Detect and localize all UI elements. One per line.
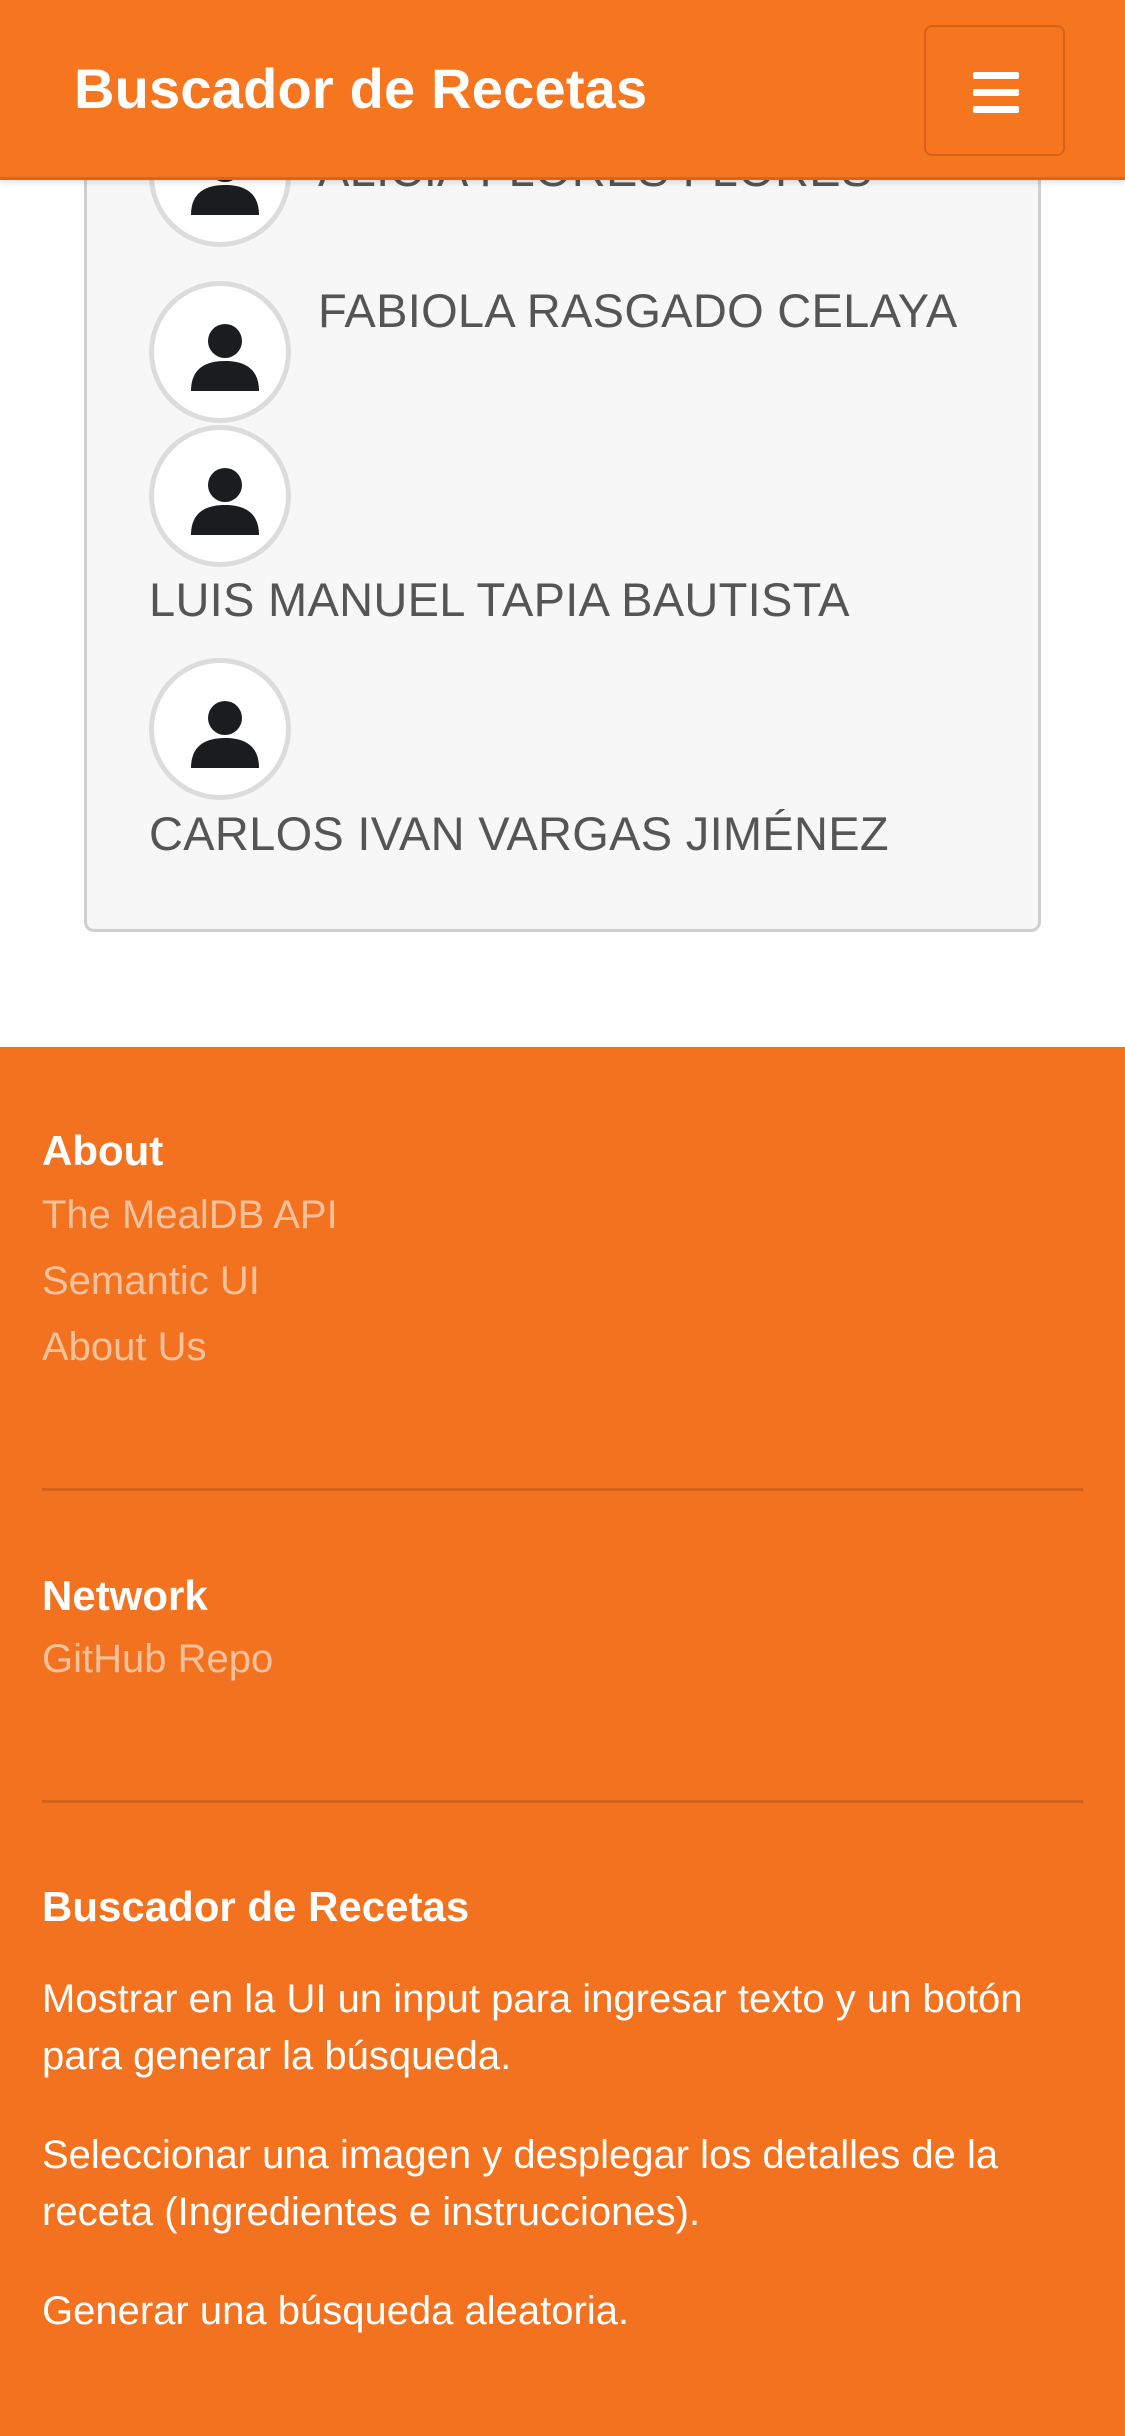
member-name: CARLOS IVAN VARGAS JIMÉNEZ (149, 807, 889, 860)
footer-paragraph: Mostrar en la UI un input para ingresar … (42, 1977, 1023, 2078)
footer-paragraph: Seleccionar una imagen y desplegar los d… (42, 2133, 999, 2234)
footer-link-github[interactable]: GitHub Repo (42, 1637, 273, 1682)
member-name: FABIOLA RASGADO CELAYA (318, 284, 958, 337)
top-navbar: Buscador de Recetas (0, 0, 1125, 180)
footer-paragraph: Generar una búsqueda aleatoria. (42, 2289, 630, 2333)
team-card: ALICIA FLORES FLORES FABIOLA RASGADO CEL… (84, 105, 1041, 932)
footer-network-title: Network (42, 1572, 208, 1619)
member-avatar (149, 425, 291, 567)
user-icon (191, 468, 259, 535)
member-avatar (149, 658, 291, 800)
page: ALICIA FLORES FLORES FABIOLA RASGADO CEL… (0, 0, 1125, 2436)
footer-link-mealdb[interactable]: The MealDB API (42, 1193, 338, 1238)
footer-about-title: About (42, 1127, 164, 1174)
member-name: LUIS MANUEL TAPIA BAUTISTA (149, 573, 850, 626)
footer-link-about-us[interactable]: About Us (42, 1325, 207, 1370)
footer: About The MealDB API Semantic UI About U… (0, 1047, 1125, 2436)
menu-toggle-button[interactable] (924, 25, 1065, 156)
user-icon (191, 324, 259, 391)
user-icon (191, 701, 259, 768)
brand-title[interactable]: Buscador de Recetas (74, 56, 647, 121)
member-avatar (149, 281, 291, 423)
footer-divider (42, 1488, 1083, 1491)
footer-project-title: Buscador de Recetas (42, 1883, 470, 1930)
footer-link-semantic-ui[interactable]: Semantic UI (42, 1259, 260, 1304)
footer-divider (42, 1800, 1083, 1803)
